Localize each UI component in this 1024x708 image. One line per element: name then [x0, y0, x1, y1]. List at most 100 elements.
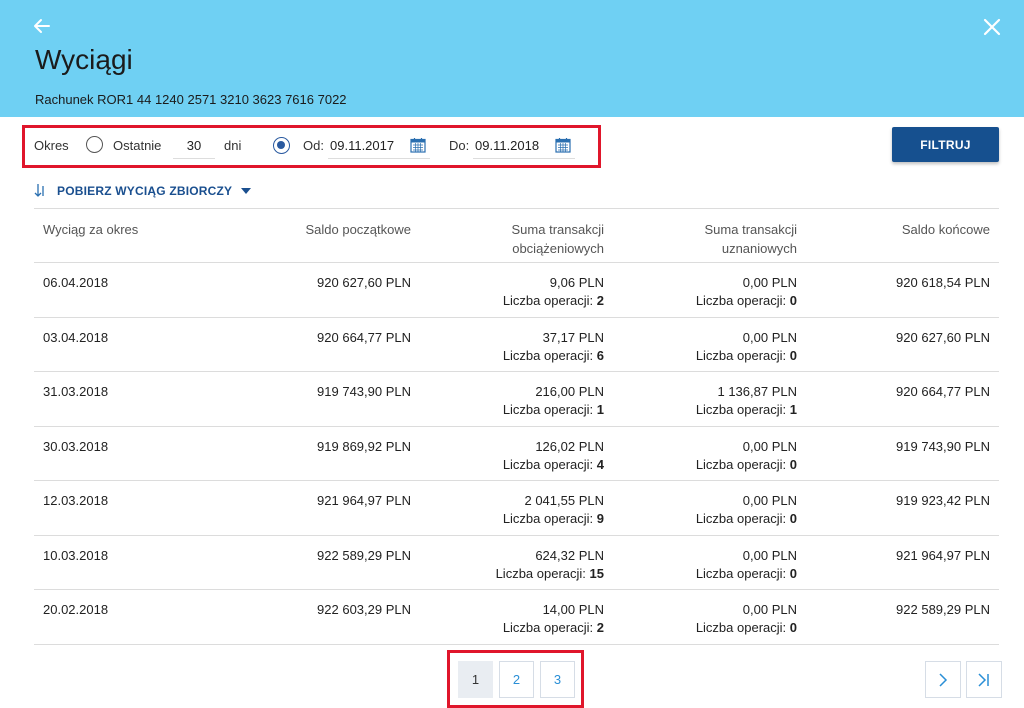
debit-ops: Liczba operacji: 15: [496, 566, 604, 581]
radio-date-range[interactable]: [273, 137, 290, 154]
closing-balance: 920 664,77 PLN: [896, 384, 990, 399]
close-icon: [983, 18, 1001, 36]
ops-label: Liczba operacji:: [502, 347, 594, 363]
credit-ops: Liczba operacji: 0: [696, 511, 797, 526]
credit-sum: 0,00 PLN Liczba operacji: 0: [696, 438, 797, 474]
statement-date: 30.03.2018: [43, 438, 109, 454]
ops-label: Liczba operacji:: [502, 293, 594, 308]
debit-sum: 37,17 PLN Liczba operacji: 6: [503, 329, 604, 365]
debit-ops-count: 9: [596, 511, 604, 526]
opening-balance: 922 589,29 PLN: [317, 547, 411, 563]
credit-ops: Liczba operacji: 1: [696, 402, 797, 417]
table-row[interactable]: 12.03.2018 921 964,97 PLN 2 041,55 PLN L…: [34, 481, 999, 536]
next-page-button[interactable]: [925, 661, 961, 698]
debit-ops-count: 6: [596, 347, 604, 363]
table-row[interactable]: 10.03.2018 922 589,29 PLN 624,32 PLN Lic…: [34, 536, 999, 590]
page-header: Wyciągi Rachunek ROR1 44 1240 2571 3210 …: [0, 0, 1024, 117]
credit-ops: Liczba operacji: 0: [696, 620, 797, 635]
from-calendar-button[interactable]: [410, 137, 426, 153]
credit-sum: 0,00 PLN Liczba operacji: 0: [696, 492, 797, 528]
page-title: Wyciągi: [35, 44, 133, 75]
debit-amount: 9,06 PLN: [549, 275, 604, 290]
debit-ops-count: 4: [596, 456, 604, 472]
download-summary-link[interactable]: POBIERZ WYCIĄG ZBIORCZY: [34, 182, 252, 200]
credit-sum: 0,00 PLN Liczba operacji: 0: [696, 601, 797, 637]
table-row[interactable]: 03.04.2018 920 664,77 PLN 37,17 PLN Licz…: [34, 318, 999, 372]
back-button[interactable]: [30, 14, 54, 38]
statement-date: 20.02.2018: [43, 602, 109, 617]
credit-amount: 0,00 PLN: [742, 438, 797, 454]
debit-amount: 216,00 PLN: [535, 384, 604, 399]
ops-label: Liczba operacji:: [695, 293, 787, 308]
ops-label: Liczba operacji:: [695, 456, 787, 472]
page-button-2[interactable]: 2: [499, 661, 534, 698]
caret-down-icon: [241, 188, 252, 194]
chevron-right-icon: [939, 672, 948, 687]
ops-label: Liczba operacji:: [502, 456, 594, 472]
ops-label: Liczba operacji:: [502, 511, 594, 526]
debit-amount: 14,00 PLN: [542, 602, 604, 617]
header-closing-balance: Saldo końcowe: [901, 222, 990, 237]
closing-balance: 920 627,60 PLN: [896, 329, 990, 345]
debit-amount: 624,32 PLN: [535, 547, 604, 563]
days-input[interactable]: [173, 133, 215, 159]
ops-label: Liczba operacji:: [502, 620, 594, 635]
closing-balance: 920 618,54 PLN: [896, 275, 990, 290]
debit-sum: 126,02 PLN Liczba operacji: 4: [503, 438, 604, 474]
statement-date: 10.03.2018: [43, 547, 109, 563]
header-credit-sum: Suma transakcji uznaniowych: [705, 220, 797, 258]
header-debit-sum: Suma transakcji obciążeniowych: [512, 220, 604, 258]
credit-amount: 0,00 PLN: [742, 602, 797, 617]
debit-sum: 216,00 PLN Liczba operacji: 1: [503, 383, 604, 419]
opening-balance: 919 743,90 PLN: [317, 384, 411, 399]
header-opening-balance: Saldo początkowe: [305, 222, 411, 237]
table-row[interactable]: 20.02.2018 922 603,29 PLN 14,00 PLN Licz…: [34, 590, 999, 645]
from-label: Od:: [303, 138, 324, 153]
last-page-button[interactable]: [966, 661, 1002, 698]
table-row[interactable]: 31.03.2018 919 743,90 PLN 216,00 PLN Lic…: [34, 372, 999, 427]
last-page-icon: [978, 672, 989, 687]
debit-amount: 37,17 PLN: [542, 329, 604, 345]
filter-button[interactable]: FILTRUJ: [892, 127, 999, 162]
credit-ops: Liczba operacji: 0: [696, 348, 797, 363]
opening-balance: 920 627,60 PLN: [317, 275, 411, 290]
closing-balance: 919 923,42 PLN: [896, 493, 990, 508]
ops-label: Liczba operacji:: [695, 402, 787, 417]
debit-sum: 9,06 PLN Liczba operacji: 2: [503, 274, 604, 310]
credit-ops-count: 0: [789, 565, 797, 581]
statement-date: 12.03.2018: [43, 493, 109, 508]
ops-label: Liczba operacji:: [695, 620, 787, 635]
debit-ops: Liczba operacji: 6: [503, 348, 604, 363]
opening-balance: 920 664,77 PLN: [317, 329, 411, 345]
calendar-icon: [555, 138, 571, 153]
credit-sum: 0,00 PLN Liczba operacji: 0: [696, 274, 797, 310]
debit-amount: 2 041,55 PLN: [524, 493, 604, 508]
table-row[interactable]: 06.04.2018 920 627,60 PLN 9,06 PLN Liczb…: [34, 263, 999, 318]
credit-sum: 1 136,87 PLN Liczba operacji: 1: [696, 383, 797, 419]
credit-ops: Liczba operacji: 0: [696, 457, 797, 472]
credit-amount: 0,00 PLN: [742, 275, 797, 290]
close-button[interactable]: [980, 15, 1004, 39]
credit-ops-count: 0: [789, 293, 797, 308]
credit-amount: 0,00 PLN: [742, 547, 797, 563]
closing-balance: 921 964,97 PLN: [896, 547, 990, 563]
page-button-1[interactable]: 1: [458, 661, 493, 698]
credit-ops-count: 0: [789, 456, 797, 472]
debit-sum: 624,32 PLN Liczba operacji: 15: [496, 547, 604, 583]
credit-ops-count: 1: [789, 402, 797, 417]
arrow-left-icon: [34, 19, 50, 33]
page-button-3[interactable]: 3: [540, 661, 575, 698]
header-debit-line2: obciążeniowych: [512, 241, 604, 256]
radio-last-days[interactable]: [86, 136, 103, 153]
account-number: Rachunek ROR1 44 1240 2571 3210 3623 761…: [35, 92, 347, 107]
credit-ops-count: 0: [789, 347, 797, 363]
credit-amount: 0,00 PLN: [742, 493, 797, 508]
credit-ops: Liczba operacji: 0: [696, 293, 797, 308]
table-row[interactable]: 30.03.2018 919 869,92 PLN 126,02 PLN Lic…: [34, 427, 999, 481]
to-calendar-button[interactable]: [555, 137, 571, 153]
debit-ops: Liczba operacji: 4: [503, 457, 604, 472]
credit-amount: 1 136,87 PLN: [717, 384, 797, 399]
credit-ops-count: 0: [789, 620, 797, 635]
debit-ops-count: 2: [596, 620, 604, 635]
statement-date: 31.03.2018: [43, 384, 109, 399]
